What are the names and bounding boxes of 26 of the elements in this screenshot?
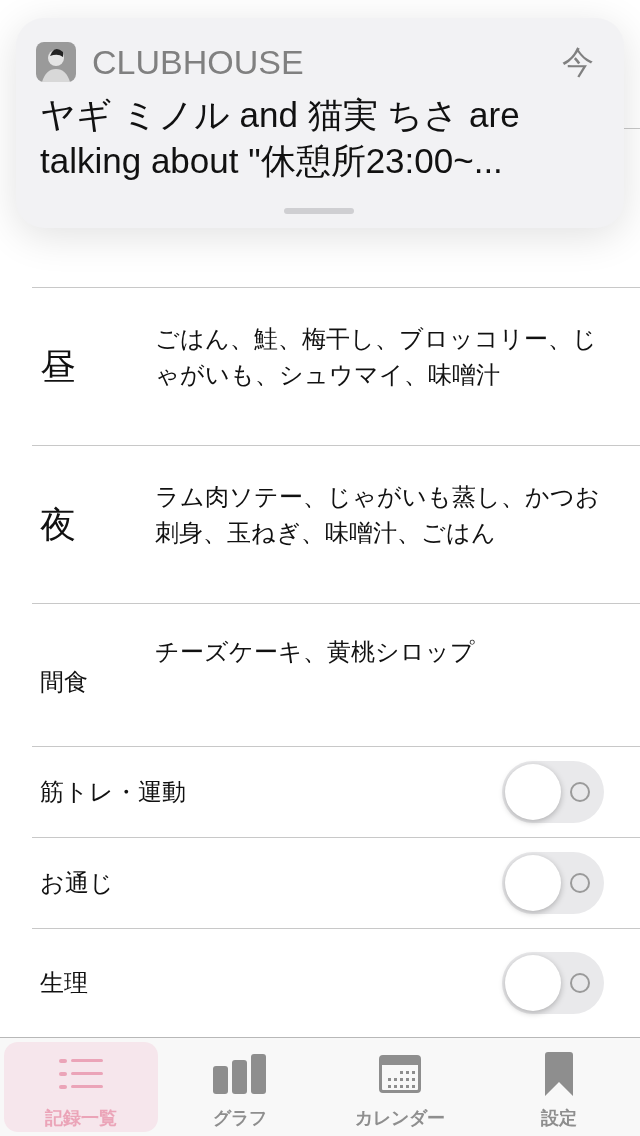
toggle-label: お通じ [40, 868, 115, 898]
calendar-icon [378, 1055, 421, 1093]
toggle-switch[interactable] [502, 951, 604, 1014]
meal-label: 昼 [39, 344, 77, 389]
tab-button[interactable]: 記録一覧 [4, 1042, 158, 1132]
tab-button[interactable]: グラフ [163, 1042, 317, 1132]
meal-foods: チーズケーキ、黄桃シロップ [155, 637, 476, 667]
bar-chart-icon [213, 1054, 268, 1094]
notification-card[interactable]: CLUBHOUSE 今 ヤギ ミノル and 猫実 ちさ are talking about "休憩所23:00~... [16, 18, 624, 228]
meal-foods: ラム肉ソテー、じゃがいも蒸し、かつお刺身、玉ねぎ、味噌汁、ごはん [155, 481, 601, 548]
grabber-handle[interactable] [284, 208, 354, 214]
toggle-label: 筋トレ・運動 [40, 777, 187, 807]
meal-label: 夜 [39, 502, 77, 547]
list-icon [58, 1057, 103, 1091]
toggle-switch[interactable] [502, 852, 604, 914]
toggle-switch[interactable] [502, 761, 604, 823]
app-icon [36, 42, 76, 82]
notification-message: ヤギ ミノル and 猫実 ちさ are talking about "休憩所23:00~... [39, 94, 521, 182]
notification-time: 今 [562, 46, 594, 78]
app-name: CLUBHOUSE [92, 45, 305, 79]
tab-button[interactable]: 設定 [482, 1042, 636, 1132]
tab-button[interactable]: カレンダー [323, 1042, 477, 1132]
meal-label: 間食 [39, 667, 89, 697]
toggle-label: 生理 [40, 967, 89, 998]
bookmark-icon [545, 1052, 574, 1096]
meal-foods: ごはん、鮭、梅干し、ブロッコリー、じゃがいも、シュウマイ、味噌汁 [155, 323, 598, 390]
